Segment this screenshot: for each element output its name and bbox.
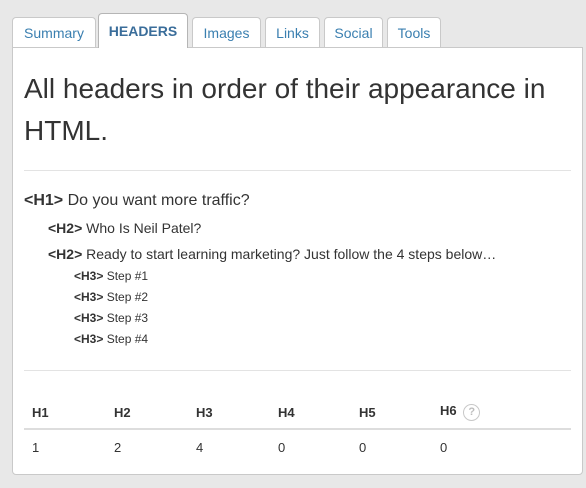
tab-images[interactable]: Images xyxy=(192,17,261,47)
table-header-row: H1 H2 H3 H4 H5 H6 ? xyxy=(24,396,571,430)
header-counts-table: H1 H2 H3 H4 H5 H6 ? 1 2 4 0 0 0 xyxy=(24,396,571,465)
column-header-h4: H4 xyxy=(270,396,351,430)
column-header-h6: H6 ? xyxy=(432,396,571,430)
tab-links[interactable]: Links xyxy=(265,17,320,47)
count-cell-h5: 0 xyxy=(359,440,367,455)
count-cell-h6: 0 xyxy=(440,440,448,455)
column-header-label: H6 xyxy=(440,403,457,419)
header-text: Ready to start learning marketing? Just … xyxy=(86,246,497,262)
header-item-h2: <H2> Who Is Neil Patel? xyxy=(48,220,201,236)
tab-summary[interactable]: Summary xyxy=(12,17,96,47)
tab-headers[interactable]: HEADERS xyxy=(98,13,188,48)
table-row: 1 2 4 0 0 0 xyxy=(24,429,571,465)
header-item-h1: <H1> Do you want more traffic? xyxy=(24,192,250,210)
count-cell-h1: 1 xyxy=(32,440,40,455)
header-tag: <H3> xyxy=(74,332,104,346)
header-tag: <H3> xyxy=(74,311,104,325)
page-title: All headers in order of their appearance… xyxy=(24,73,546,146)
header-item-h2: <H2> Ready to start learning marketing? … xyxy=(48,246,496,262)
header-tag: <H3> xyxy=(74,269,104,283)
tab-social[interactable]: Social xyxy=(324,17,383,47)
divider xyxy=(24,170,571,171)
header-tag: <H2> xyxy=(48,246,83,262)
header-item-h3: <H3> Step #4 xyxy=(74,332,148,346)
headers-panel: All headers in order of their appearance… xyxy=(12,47,583,475)
tab-tools[interactable]: Tools xyxy=(387,17,441,47)
header-tag: <H3> xyxy=(74,290,104,304)
header-text: Step #4 xyxy=(106,332,149,346)
divider xyxy=(24,370,571,371)
question-icon[interactable]: ? xyxy=(463,403,481,421)
header-item-h3: <H3> Step #1 xyxy=(74,269,148,283)
header-text: Do you want more traffic? xyxy=(67,192,250,209)
header-tag: <H1> xyxy=(24,192,64,209)
header-text: Step #1 xyxy=(106,269,149,283)
header-tag: <H2> xyxy=(48,220,83,236)
column-header-h5: H5 xyxy=(351,396,432,430)
count-cell-h3: 4 xyxy=(196,440,204,455)
column-header-h2: H2 xyxy=(106,396,188,430)
column-header-h3: H3 xyxy=(188,396,270,430)
count-cell-h4: 0 xyxy=(278,440,286,455)
header-text: Step #2 xyxy=(106,290,149,304)
count-cell-h2: 2 xyxy=(114,440,122,455)
column-header-h1: H1 xyxy=(24,396,106,430)
header-item-h3: <H3> Step #2 xyxy=(74,290,148,304)
header-item-h3: <H3> Step #3 xyxy=(74,311,148,325)
header-text: Step #3 xyxy=(106,311,149,325)
header-text: Who Is Neil Patel? xyxy=(86,220,202,236)
